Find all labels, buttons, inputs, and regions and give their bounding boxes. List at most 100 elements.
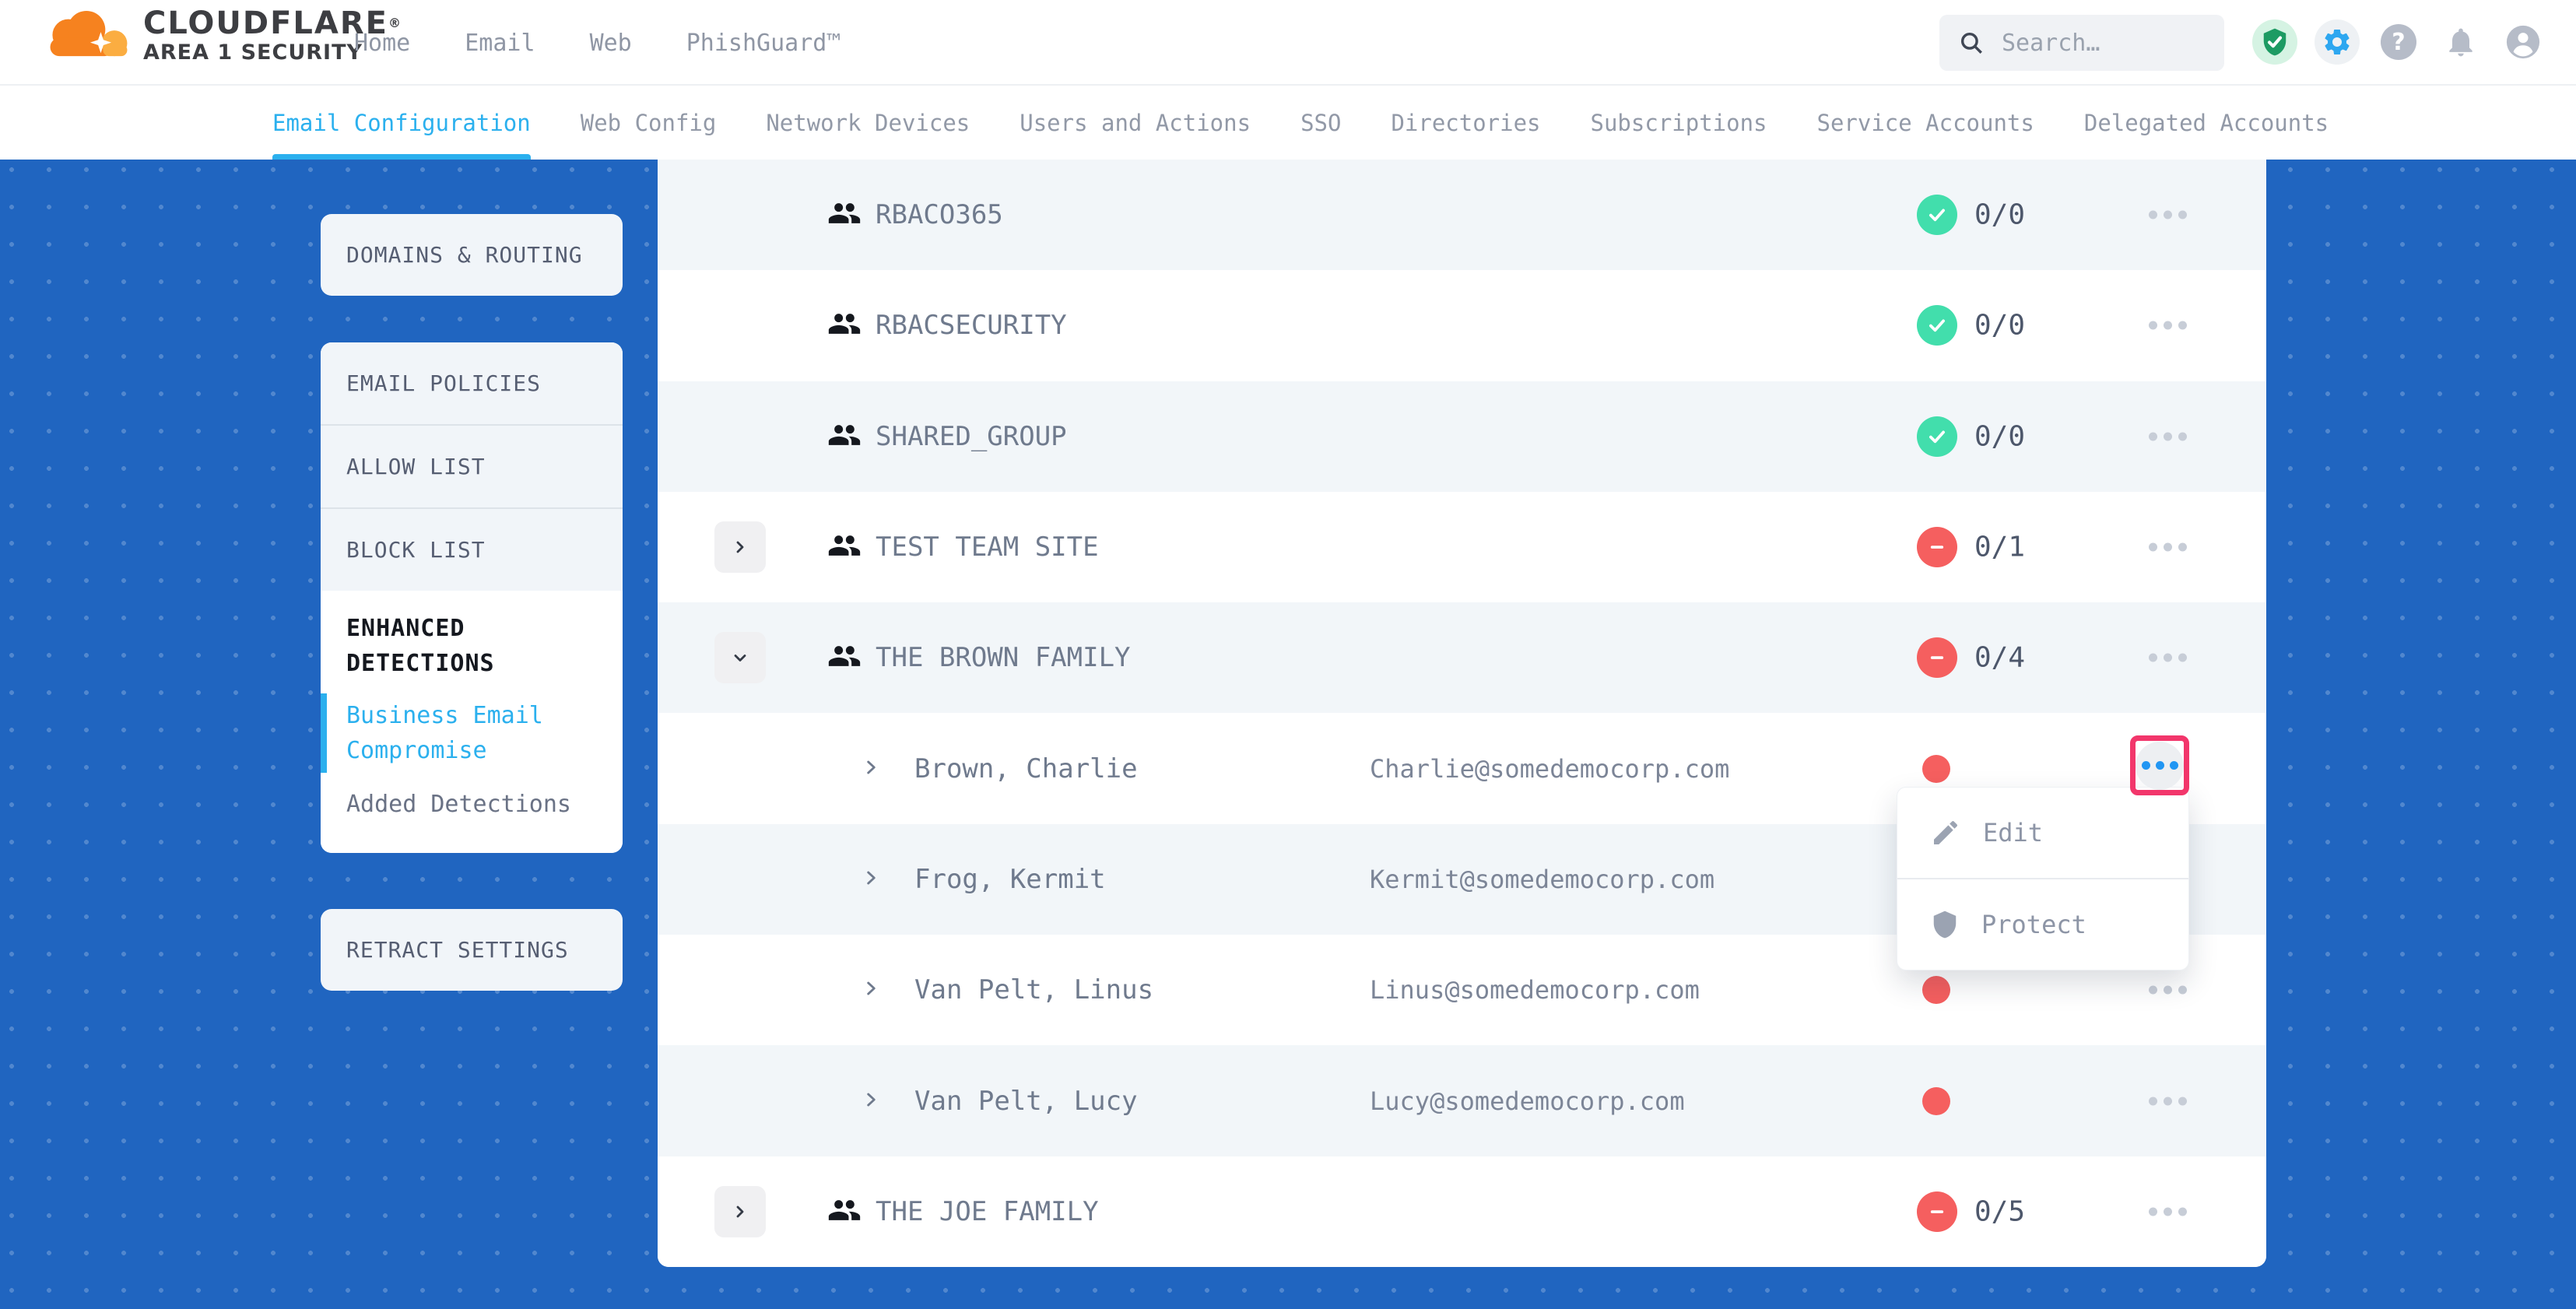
sidebar-card-domains: DOMAINS & ROUTING	[321, 214, 623, 296]
group-name: SHARED_GROUP	[876, 421, 1067, 452]
member-chevron-icon	[862, 868, 882, 891]
check-icon	[1925, 314, 1949, 337]
protected-count: 0/0	[1974, 199, 2025, 231]
top-nav: Home Email Web PhishGuard™	[354, 0, 841, 86]
row-actions-button[interactable]	[2141, 424, 2195, 448]
top-header: CLOUDFLARE® AREA 1 SECURITY Home Email W…	[0, 0, 2576, 86]
pencil-icon	[1930, 817, 1961, 848]
unprotected-dot	[1922, 1087, 1950, 1115]
menu-item-protect[interactable]: Protect	[1897, 879, 2188, 970]
shield-icon	[1930, 910, 1960, 939]
member-email: Lucy@somedemocorp.com	[1370, 1086, 1685, 1116]
top-nav-phishguard[interactable]: PhishGuard™	[686, 30, 841, 57]
row-context-menu: Edit Protect	[1897, 787, 2189, 970]
chevron-down-icon	[731, 648, 749, 667]
search-box[interactable]	[1939, 15, 2224, 71]
tab-network-devices[interactable]: Network Devices	[766, 86, 970, 160]
protected-count: 0/1	[1974, 532, 2025, 563]
sidebar-item-retract-settings[interactable]: RETRACT SETTINGS	[321, 909, 623, 991]
tab-service-accounts[interactable]: Service Accounts	[1817, 86, 2034, 160]
group-name: RBACO365	[876, 199, 1003, 230]
shield-check-icon	[2260, 27, 2290, 57]
row-actions-button[interactable]	[2141, 646, 2195, 670]
tab-subscriptions[interactable]: Subscriptions	[1591, 86, 1767, 160]
sidebar-item-block-list[interactable]: BLOCK LIST	[321, 509, 623, 591]
status-badge-ok	[1917, 416, 1957, 457]
status-badge-alert	[1917, 637, 1957, 678]
sidebar-item-enhanced-detections[interactable]: ENHANCED DETECTIONS	[321, 591, 623, 689]
row-actions-button[interactable]	[2141, 535, 2195, 560]
row-actions-button[interactable]	[2141, 1199, 2195, 1223]
gear-icon	[2322, 26, 2353, 58]
member-chevron-icon	[862, 978, 882, 1002]
chevron-right-icon	[731, 1202, 749, 1221]
sidebar-item-added-detections[interactable]: Added Detections	[321, 777, 623, 853]
annotation-highlight-box	[2130, 735, 2189, 795]
sidebar-card-policies: EMAIL POLICIES ALLOW LIST BLOCK LIST ENH…	[321, 342, 623, 853]
group-row: RBACO365 0/0	[658, 160, 2266, 270]
tab-delegated-accounts[interactable]: Delegated Accounts	[2084, 86, 2329, 160]
status-badge-ok	[1917, 195, 1957, 235]
sidebar-item-email-policies[interactable]: EMAIL POLICIES	[321, 342, 623, 424]
collapse-toggle-button[interactable]	[714, 632, 766, 683]
group-members-icon	[827, 528, 862, 566]
check-icon	[1925, 425, 1949, 448]
member-name: Brown, Charlie	[914, 753, 1138, 784]
top-nav-home[interactable]: Home	[354, 30, 410, 57]
group-name: TEST TEAM SITE	[876, 532, 1099, 563]
top-nav-email[interactable]: Email	[465, 30, 535, 57]
row-actions-button[interactable]	[2141, 203, 2195, 227]
row-actions-button[interactable]	[2141, 978, 2195, 1002]
expand-toggle-button[interactable]	[714, 521, 766, 573]
top-nav-web[interactable]: Web	[590, 30, 632, 57]
unprotected-dot	[1922, 755, 1950, 783]
protected-count: 0/0	[1974, 310, 2025, 342]
bell-icon	[2444, 25, 2478, 59]
minus-icon	[1925, 535, 1949, 559]
security-status-button[interactable]	[2252, 19, 2297, 65]
sidebar-card-retract: RETRACT SETTINGS	[321, 909, 623, 991]
check-icon	[1925, 203, 1949, 226]
tab-users-and-actions[interactable]: Users and Actions	[1020, 86, 1251, 160]
group-members-icon	[827, 307, 862, 344]
group-members-icon	[827, 639, 862, 676]
help-button[interactable]: ?	[2381, 24, 2416, 60]
group-row: RBACSECURITY 0/0	[658, 270, 2266, 381]
search-icon	[1958, 30, 1985, 56]
member-email: Linus@somedemocorp.com	[1370, 975, 1700, 1005]
tab-sso[interactable]: SSO	[1300, 86, 1341, 160]
expand-toggle-button[interactable]	[714, 1186, 766, 1237]
account-button[interactable]	[2505, 24, 2541, 60]
sidebar-item-domains-routing[interactable]: DOMAINS & ROUTING	[321, 214, 623, 296]
minus-icon	[1925, 1200, 1949, 1223]
sidebar-item-allow-list[interactable]: ALLOW LIST	[321, 426, 623, 507]
notifications-button[interactable]	[2444, 25, 2478, 59]
settings-button[interactable]	[2315, 19, 2360, 65]
tab-web-config[interactable]: Web Config	[581, 86, 717, 160]
member-row: Van Pelt, Lucy Lucy@somedemocorp.com	[658, 1045, 2266, 1156]
status-badge-alert	[1917, 1191, 1957, 1232]
cloudflare-logo: CLOUDFLARE® AREA 1 SECURITY	[40, 6, 402, 65]
tab-email-configuration[interactable]: Email Configuration	[272, 86, 531, 160]
member-email: Charlie@somedemocorp.com	[1370, 754, 1729, 784]
member-email: Kermit@somedemocorp.com	[1370, 865, 1714, 894]
chevron-right-icon	[731, 538, 749, 556]
group-name: RBACSECURITY	[876, 310, 1067, 341]
group-row: SHARED_GROUP 0/0	[658, 381, 2266, 492]
row-actions-button-active[interactable]	[2136, 742, 2184, 790]
row-actions-button[interactable]	[2141, 1089, 2195, 1113]
search-input[interactable]	[2002, 30, 2206, 57]
group-row: THE JOE FAMILY 0/5	[658, 1156, 2266, 1267]
protected-count: 0/0	[1974, 420, 2025, 452]
member-name: Van Pelt, Lucy	[914, 1086, 1138, 1117]
protected-count: 0/5	[1974, 1195, 2025, 1227]
group-members-icon	[827, 196, 862, 233]
group-name: THE BROWN FAMILY	[876, 642, 1131, 673]
group-row: TEST TEAM SITE 0/1	[658, 492, 2266, 602]
sidebar-item-business-email-compromise[interactable]: Business Email Compromise	[321, 689, 623, 777]
unprotected-dot	[1922, 976, 1950, 1004]
menu-item-edit[interactable]: Edit	[1897, 788, 2188, 878]
row-actions-button[interactable]	[2141, 314, 2195, 338]
tab-directories[interactable]: Directories	[1391, 86, 1540, 160]
content-area: DOMAINS & ROUTING EMAIL POLICIES ALLOW L…	[0, 160, 2576, 1309]
